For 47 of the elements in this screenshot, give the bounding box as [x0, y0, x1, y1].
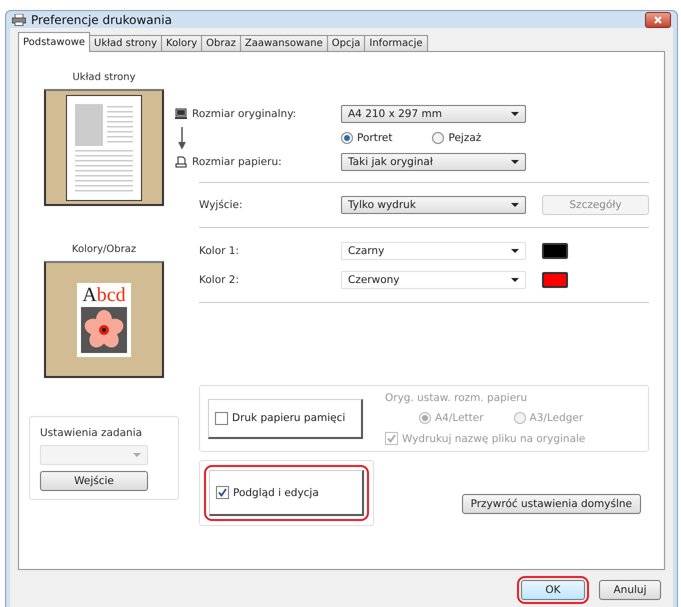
down-arrow-icon — [178, 127, 186, 149]
radio-button[interactable] — [432, 132, 444, 144]
output-label: Wyjście: — [199, 199, 244, 211]
sample-text: Abcd — [82, 282, 126, 306]
enter-button[interactable]: Wejście — [40, 471, 148, 491]
tab[interactable]: Obraz — [201, 35, 241, 52]
preview-caption: Kolory/Obraz — [72, 244, 136, 255]
printer-icon — [12, 14, 26, 26]
dialog-button[interactable]: Anuluj — [599, 580, 661, 600]
print-filename-label: Wydrukuj nazwę pliku na oryginale — [402, 432, 586, 444]
orientation-option: Portret — [357, 132, 392, 144]
color-dropdown[interactable]: Czarny — [341, 242, 526, 260]
color-label: Kolor 1: — [199, 244, 240, 256]
close-icon — [654, 16, 662, 24]
original-size-dropdown[interactable]: A4 210 x 297 mm — [341, 105, 526, 123]
tab[interactable]: Układ strony — [89, 35, 162, 52]
orientation-option: Pejzaż — [448, 132, 482, 144]
tab[interactable]: Zaawansowane — [240, 35, 328, 52]
close-button[interactable] — [645, 12, 671, 28]
preview-edit-label: Podgląd i edycja — [233, 486, 319, 498]
dialog-button[interactable]: OK — [521, 580, 585, 600]
flower-photo-drawing — [81, 306, 127, 352]
monitor-icon — [175, 108, 187, 120]
paper-option: A3/Ledger — [530, 412, 584, 424]
tab[interactable]: Kolory — [161, 35, 202, 52]
tab[interactable]: Opcja — [326, 35, 366, 52]
checkbox[interactable] — [215, 412, 228, 424]
preview-caption: Układ strony — [72, 72, 136, 83]
output-dropdown[interactable]: Tylko wydruk — [341, 196, 526, 214]
color-dropdown[interactable]: Czerwony — [341, 270, 526, 288]
job-settings-label: Ustawienia zadania — [40, 427, 144, 439]
preview-edit-toggle[interactable]: Podgląd i edycja — [209, 470, 364, 516]
tab[interactable]: Informacje — [364, 35, 428, 52]
radio-button[interactable] — [341, 132, 353, 144]
window-title: Preferencje drukowania — [31, 12, 173, 26]
paper-icon — [175, 156, 187, 168]
paper-size-dropdown[interactable]: Taki jak oryginał — [341, 153, 526, 171]
original-paper-label: Oryg. ustaw. rozm. papieru — [385, 392, 528, 404]
color-label: Kolor 2: — [199, 274, 240, 286]
paper-size-label: Rozmiar papieru: — [192, 156, 282, 168]
restore-defaults-button[interactable]: Przywróć ustawienia domyślne — [462, 494, 641, 514]
checkbox[interactable] — [216, 486, 229, 499]
memory-paper-toggle[interactable]: Druk papieru pamięci — [208, 398, 363, 438]
tab[interactable]: Podstawowe — [18, 32, 90, 52]
paper-option: A4/Letter — [435, 412, 484, 424]
memory-paper-label: Druk papieru pamięci — [232, 412, 346, 424]
original-size-label: Rozmiar oryginalny: — [192, 108, 296, 120]
